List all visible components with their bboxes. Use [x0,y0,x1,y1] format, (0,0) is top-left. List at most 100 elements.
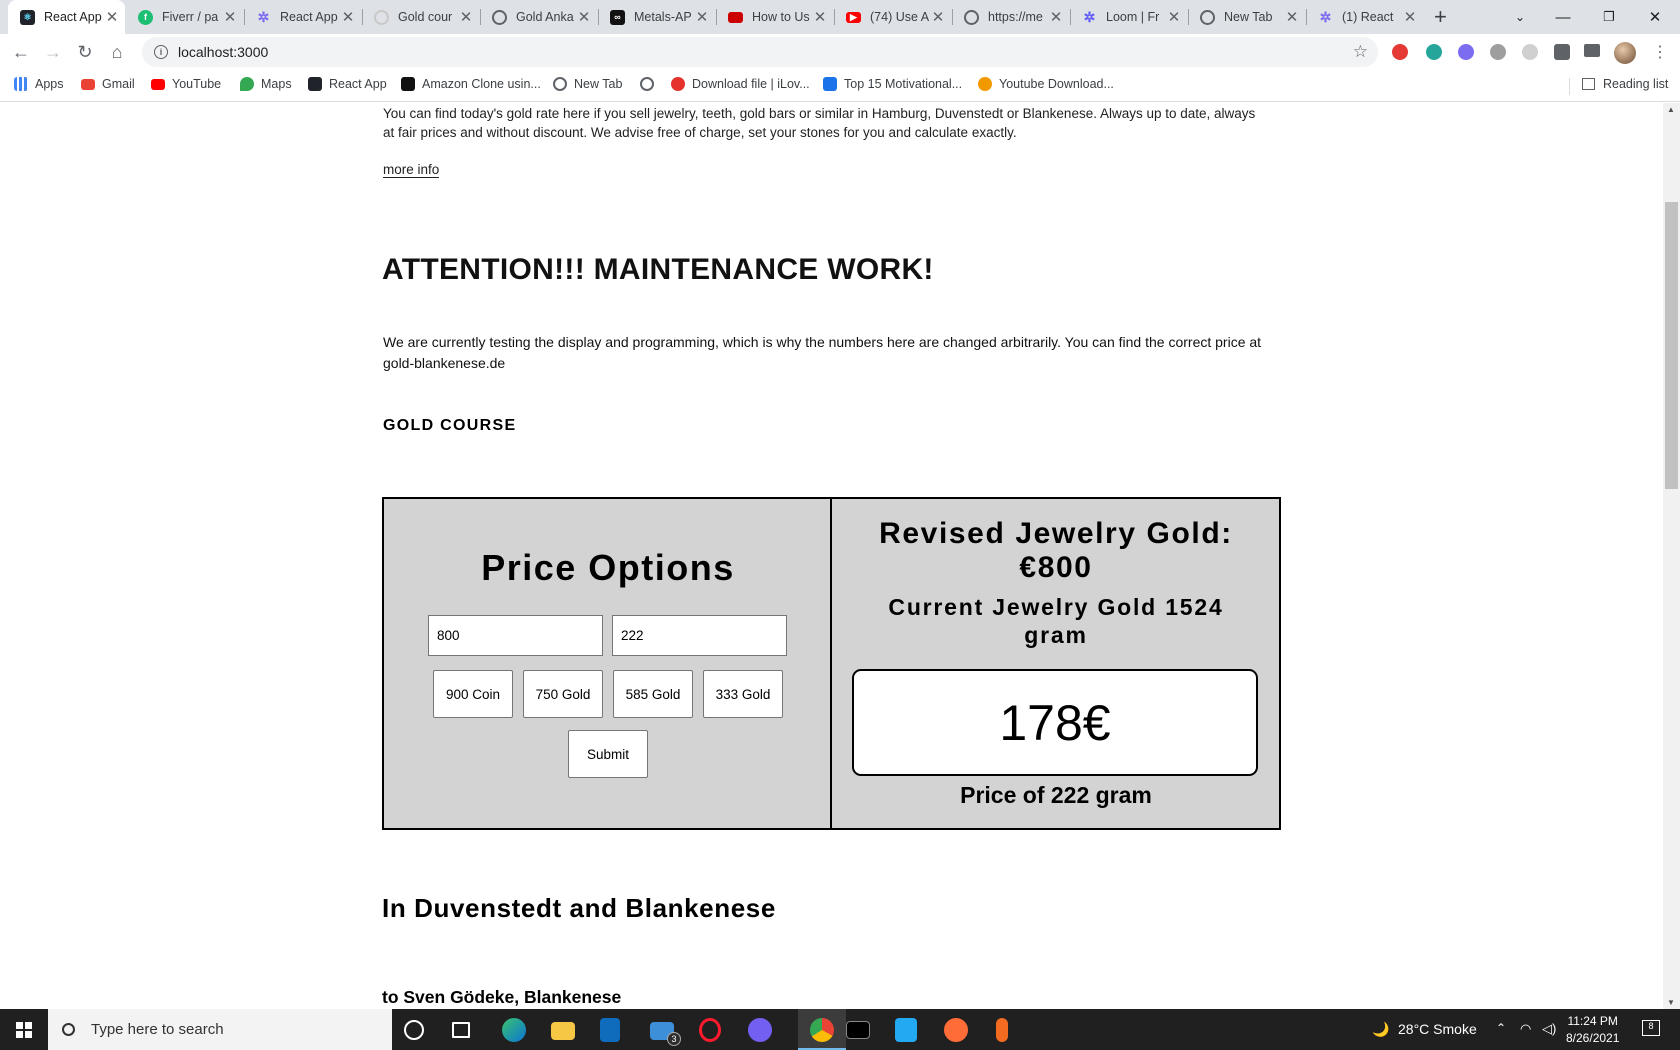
menu-icon[interactable]: ⋮ [1652,42,1668,62]
extension-icon[interactable] [1522,44,1538,60]
close-tab-icon[interactable]: ✕ [457,8,475,26]
extension-icon[interactable] [1426,44,1442,60]
gold-calculator-panel: Price Options 900 Coin 750 Gold 585 Gold… [382,497,1281,830]
minimize-button[interactable]: — [1540,0,1586,34]
microphone-icon[interactable] [996,1018,1008,1042]
close-tab-icon[interactable]: ✕ [811,8,829,26]
scroll-down-icon[interactable]: ▼ [1667,998,1675,1007]
scroll-up-icon[interactable]: ▲ [1667,105,1675,114]
bookmark-motivational[interactable]: Top 15 Motivational... [823,77,962,91]
page-content: You can find today's gold rate here if y… [0,103,1663,1009]
bookmark-amazon-clone[interactable]: Amazon Clone usin... [401,77,541,91]
bookmark-globe[interactable] [640,77,661,91]
opera-icon[interactable] [699,1018,721,1042]
postman-icon[interactable] [944,1018,968,1042]
address-bar[interactable]: i localhost:3000 ☆ [142,37,1378,67]
close-tab-icon[interactable]: ✕ [339,8,357,26]
close-tab-icon[interactable]: ✕ [1401,8,1419,26]
bookmark-new-tab[interactable]: New Tab [553,77,622,91]
show-hidden-icons-chevron-icon[interactable]: ⌃ [1496,1021,1506,1035]
bookmark-apps[interactable]: Apps [14,77,64,91]
weather-text[interactable]: 28°C Smoke [1398,1021,1477,1037]
price-options-section: Price Options 900 Coin 750 Gold 585 Gold… [384,499,832,828]
tab-how-to-use[interactable]: How to Us ✕ [716,0,833,34]
globe-icon [964,9,979,25]
tab-new-tab[interactable]: New Tab ✕ [1188,0,1305,34]
bookmark-gmail[interactable]: Gmail [81,77,135,91]
gold-585-button[interactable]: 585 Gold [613,670,693,718]
more-info-link[interactable]: more info [383,162,440,178]
bookmarks-bar: Apps Gmail YouTube Maps React App Amazon… [0,70,1680,102]
notification-center-icon[interactable]: 8 [1642,1020,1660,1036]
react-icon [308,77,322,91]
close-tab-icon[interactable]: ✕ [103,8,121,26]
forward-icon[interactable]: → [40,39,66,65]
store-icon[interactable] [600,1018,620,1042]
tab-youtube[interactable]: ▶ (74) Use A ✕ [834,0,951,34]
cortana-icon[interactable] [404,1020,424,1040]
close-tab-icon[interactable]: ✕ [1047,8,1065,26]
volume-icon[interactable]: ◁) [1542,1021,1556,1037]
tab-https[interactable]: https://me ✕ [952,0,1069,34]
home-icon[interactable]: ⌂ [104,39,130,65]
tab-loom[interactable]: ✲ Loom | Fr ✕ [1070,0,1187,34]
close-tab-icon[interactable]: ✕ [1165,8,1183,26]
site-info-icon[interactable]: i [154,45,168,59]
restore-button[interactable]: ❐ [1586,0,1632,34]
new-tab-button[interactable]: + [1434,4,1447,30]
fiverr-icon: f [138,9,153,25]
bookmark-youtube[interactable]: YouTube [151,77,221,91]
close-tab-icon[interactable]: ✕ [221,8,239,26]
tab-search-button[interactable]: ⌄ [1497,0,1543,34]
close-tab-icon[interactable]: ✕ [575,8,593,26]
gold-course-heading: GOLD COURSE [383,417,517,434]
duvenstedt-heading: In Duvenstedt and Blankenese [382,893,776,923]
bookmark-ilovepdf[interactable]: Download file | iLov... [671,77,810,91]
tab-react-1[interactable]: ✲ (1) React ✕ [1306,0,1423,34]
bookmark-youtube-download[interactable]: Youtube Download... [978,77,1114,91]
terminal-icon[interactable] [846,1021,870,1039]
close-tab-icon[interactable]: ✕ [929,8,947,26]
tab-react-app-2[interactable]: ✲ React App ✕ [244,0,361,34]
taskbar-search[interactable]: Type here to search [48,1009,392,1050]
gold-333-button[interactable]: 333 Gold [703,670,783,718]
scrollbar-thumb[interactable] [1665,202,1678,489]
react-devtools-icon[interactable] [1458,44,1474,60]
close-window-button[interactable]: ✕ [1632,0,1678,34]
gram-input[interactable] [612,615,787,656]
tab-react-app[interactable]: ⚛ React App ✕ [8,0,125,34]
extension-icon[interactable] [1490,44,1506,60]
tab-gold-anka[interactable]: Gold Anka ✕ [480,0,597,34]
task-view-icon[interactable] [452,1022,470,1038]
gold-750-button[interactable]: 750 Gold [523,670,603,718]
taskbar-clock[interactable]: 11:24 PM 8/26/2021 [1566,1013,1619,1047]
close-tab-icon[interactable]: ✕ [1283,8,1301,26]
close-tab-icon[interactable]: ✕ [693,8,711,26]
puzzle-icon[interactable] [1554,44,1570,60]
bookmark-maps[interactable]: Maps [240,77,292,91]
tab-metals-api[interactable]: ∞ Metals-AP ✕ [598,0,715,34]
bookmark-star-icon[interactable]: ☆ [1353,42,1368,62]
file-explorer-icon[interactable] [551,1022,575,1040]
reading-list-button[interactable]: Reading list [1582,77,1668,91]
tab-gold-course[interactable]: Gold cour ✕ [362,0,479,34]
avatar[interactable] [1614,42,1636,64]
viber-icon[interactable] [748,1018,772,1042]
start-button[interactable] [0,1009,48,1050]
submit-button[interactable]: Submit [568,730,648,778]
coin-900-button[interactable]: 900 Coin [433,670,513,718]
chrome-taskbar-item[interactable] [798,1009,846,1050]
reload-icon[interactable]: ↻ [72,39,98,65]
pokeball-extension-icon[interactable] [1392,44,1408,60]
back-icon[interactable]: ← [8,39,34,65]
bookmark-react-app[interactable]: React App [308,77,387,91]
page-scrollbar[interactable]: ▲ ▼ [1663,103,1680,1009]
price-input[interactable] [428,615,603,656]
globe-icon [1200,9,1215,25]
intro-text: You can find today's gold rate here if y… [383,106,1256,140]
edge-icon[interactable] [502,1018,526,1042]
vscode-icon[interactable] [895,1018,917,1042]
wifi-icon[interactable]: ◠ [1520,1021,1531,1037]
media-queue-icon[interactable] [1584,44,1600,57]
tab-fiverr[interactable]: f Fiverr / pa ✕ [126,0,243,34]
